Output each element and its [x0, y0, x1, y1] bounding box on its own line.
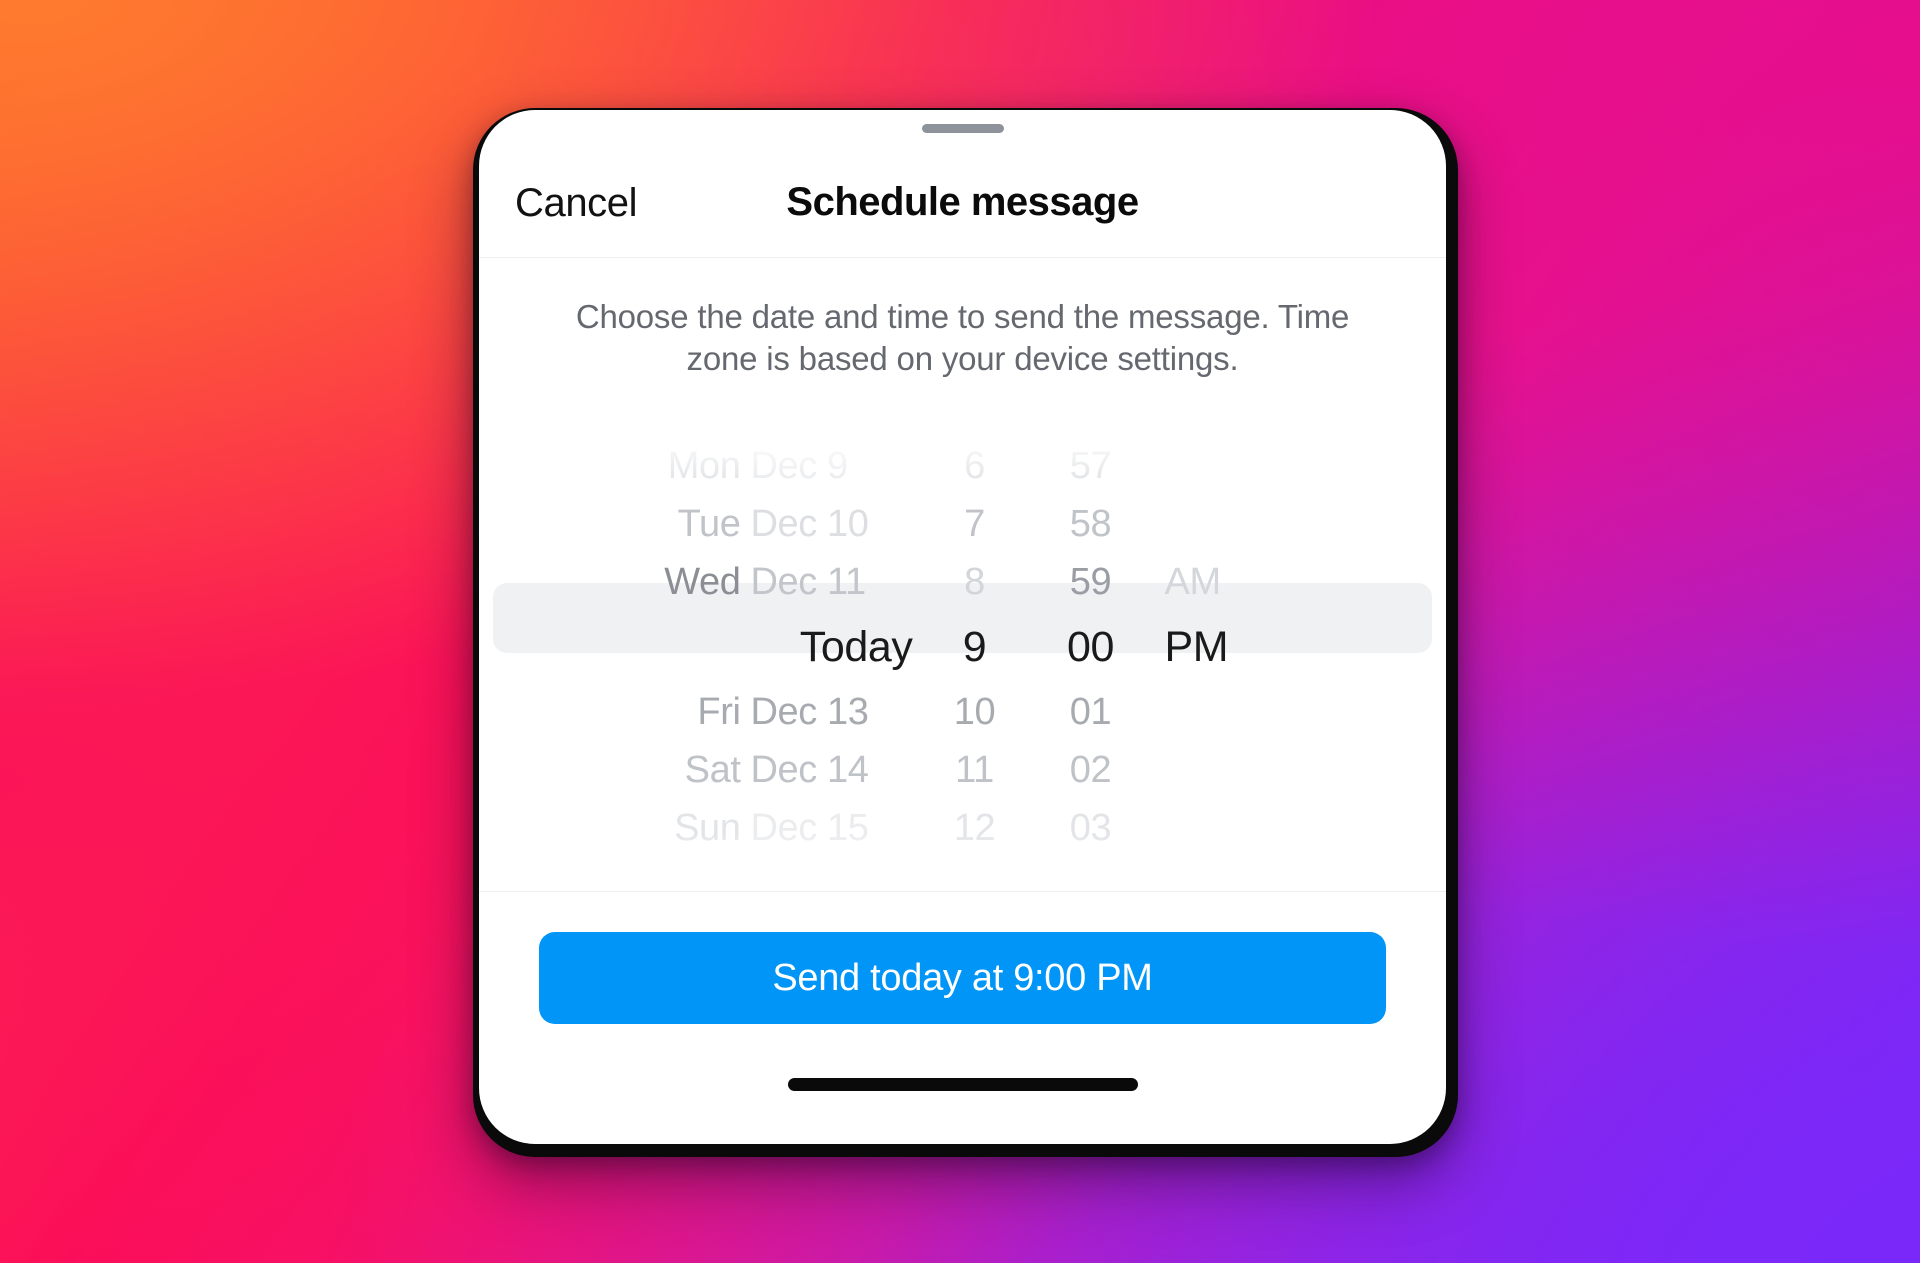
picker-cell-date: Dec 15 — [750, 807, 869, 850]
picker-cell-date: Today — [799, 622, 913, 671]
picker-cell-date: Dec 14 — [750, 749, 869, 792]
picker-cell-date: Dec 10 — [750, 503, 869, 546]
home-indicator-area — [479, 1024, 1446, 1144]
picker-cell-weekday: Tue — [677, 503, 741, 546]
sheet-description: Choose the date and time to send the mes… — [575, 298, 1350, 377]
picker-rows[interactable]: Mon Dec 9 6 57 Tue Dec 10 7 58 Wed Dec 11 8 59 AM Tod… — [479, 437, 1446, 857]
picker-cell-date: Dec 9 — [750, 445, 849, 488]
picker-row[interactable]: Mon Dec 9 6 57 — [479, 437, 1446, 495]
picker-cell-weekday: Mon — [667, 445, 741, 488]
picker-cell-date: Dec 13 — [750, 691, 869, 734]
picker-cell-ampm: AM — [1164, 561, 1222, 604]
drag-handle-icon[interactable] — [921, 124, 1004, 133]
cancel-button[interactable]: Cancel — [515, 183, 638, 223]
picker-cell-date: Dec 11 — [750, 561, 867, 604]
picker-cell-weekday: Sat — [684, 749, 741, 792]
picker-row-selected[interactable]: Today 9 00 PM — [479, 611, 1446, 683]
picker-cell-hour: 6 — [964, 445, 985, 488]
send-button[interactable]: Send today at 9:00 PM — [539, 932, 1386, 1024]
picker-cell-minute: 03 — [1069, 807, 1112, 850]
picker-cell-hour: 8 — [964, 561, 985, 604]
picker-cell-minute: 01 — [1069, 691, 1112, 734]
picker-cell-hour: 11 — [955, 749, 994, 792]
picker-cell-weekday: Fri — [697, 691, 741, 734]
picker-cell-minute: 02 — [1069, 749, 1112, 792]
picker-cell-minute: 59 — [1069, 561, 1112, 604]
picker-row[interactable]: Tue Dec 10 7 58 — [479, 495, 1446, 553]
sheet-header: Cancel Schedule message — [479, 148, 1446, 258]
picker-cell-hour: 10 — [953, 691, 996, 734]
picker-cell-hour: 7 — [964, 503, 985, 546]
picker-cell-hour: 9 — [962, 622, 987, 671]
picker-cell-minute: 57 — [1069, 445, 1112, 488]
picker-row[interactable]: Sat Dec 14 11 02 — [479, 741, 1446, 799]
picker-cell-ampm: PM — [1164, 622, 1229, 671]
picker-row[interactable]: Sun Dec 15 12 03 — [479, 799, 1446, 857]
picker-cell-minute: 58 — [1069, 503, 1112, 546]
picker-cell-weekday: Wed — [664, 561, 741, 604]
phone-screen: Cancel Schedule message Choose the date … — [479, 110, 1446, 1144]
picker-cell-minute: 00 — [1066, 622, 1115, 671]
picker-row[interactable]: Wed Dec 11 8 59 AM — [479, 553, 1446, 611]
datetime-picker[interactable]: Mon Dec 9 6 57 Tue Dec 10 7 58 Wed Dec 11 8 59 AM Tod… — [479, 423, 1446, 891]
sheet-drag-handle-area[interactable] — [479, 110, 1446, 148]
home-indicator — [787, 1077, 1138, 1091]
picker-cell-weekday: Sun — [674, 807, 741, 850]
picker-row[interactable]: Fri Dec 13 10 01 — [479, 683, 1446, 741]
picker-cell-hour: 12 — [953, 807, 996, 850]
sheet-footer: Send today at 9:00 PM — [479, 891, 1446, 1024]
